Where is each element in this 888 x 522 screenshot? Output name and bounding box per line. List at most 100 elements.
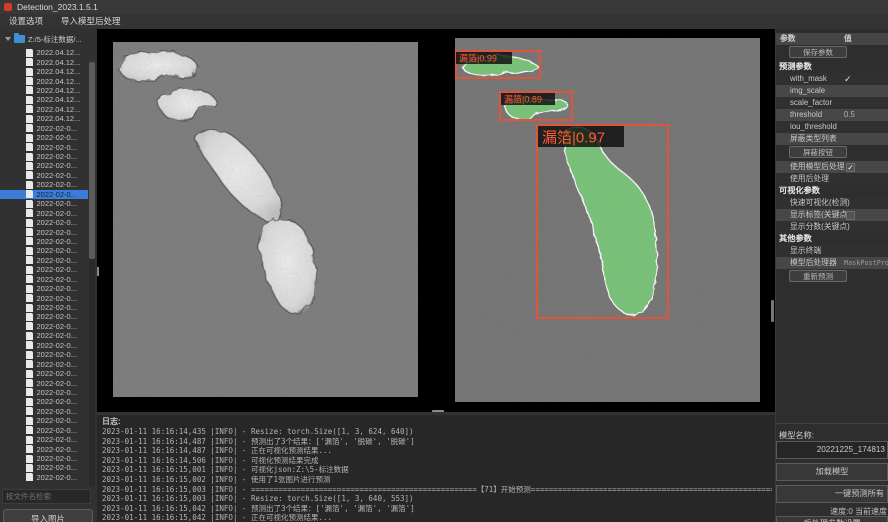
tree-item[interactable]: 2022-02-0...	[0, 369, 88, 378]
checkbox-checked[interactable]: ✓	[846, 163, 855, 172]
tree-item[interactable]: 2022-02-0...	[0, 218, 88, 227]
tree-item[interactable]: 2022-02-0...	[0, 435, 88, 444]
tree-item[interactable]: 2022-02-0...	[0, 190, 88, 199]
model-name-field[interactable]: 20221225_174813	[776, 441, 888, 459]
param-row[interactable]: with_mask ✓	[776, 73, 888, 85]
param-button[interactable]: 保存参数	[789, 46, 847, 58]
param-row[interactable]: 模型后处理器MaskPostPro	[776, 257, 888, 269]
tree-item[interactable]: 2022-02-0...	[0, 180, 88, 189]
tree-item[interactable]: 2022-02-0...	[0, 312, 88, 321]
tree-item[interactable]: 2022-02-0...	[0, 142, 88, 151]
postprocess-params-button[interactable]: 后处理参数设置	[776, 516, 888, 522]
tree-item[interactable]: 2022-02-0...	[0, 454, 88, 463]
tree-item[interactable]: 2022.04.12...	[0, 57, 88, 66]
tree-item-label: 2022-02-0...	[37, 256, 77, 265]
param-button[interactable]: 屏蔽按钮	[789, 146, 847, 158]
param-value: 0.5	[844, 109, 888, 121]
param-value: MaskPostPro	[844, 257, 888, 269]
tree-item[interactable]: 2022-02-0...	[0, 388, 88, 397]
param-row[interactable]: 使用模型后处理✓	[776, 161, 888, 173]
tree-item[interactable]: 2022-02-0...	[0, 407, 88, 416]
menu-item-import-postprocess[interactable]: 导入模型后处理	[52, 14, 130, 29]
tree-item-label: 2022-02-0...	[37, 218, 77, 227]
param-row[interactable]: iou_threshold	[776, 121, 888, 133]
param-row[interactable]: 屏蔽类型列表	[776, 133, 888, 145]
tree-item[interactable]: 2022-02-0...	[0, 416, 88, 425]
tree-item[interactable]: 2022-02-0...	[0, 397, 88, 406]
tree-item-label: 2022-02-0...	[37, 190, 77, 199]
tree-item[interactable]: 2022-02-0...	[0, 293, 88, 302]
tree-item[interactable]: 2022-02-0...	[0, 124, 88, 133]
app-icon	[4, 3, 12, 11]
tree-item[interactable]: 2022.04.12...	[0, 76, 88, 85]
tree-item[interactable]: 2022-02-0...	[0, 227, 88, 236]
param-row[interactable]: 快速可视化(检测)	[776, 197, 888, 209]
tree-item[interactable]: 2022-02-0...	[0, 246, 88, 255]
tree-item[interactable]: 2022.04.12...	[0, 105, 88, 114]
tree-item[interactable]: 2022.04.12...	[0, 86, 88, 95]
tree-item[interactable]: 2022-02-0...	[0, 161, 88, 170]
check-icon[interactable]: ✓	[844, 73, 888, 85]
tree-item[interactable]: 2022-02-0...	[0, 256, 88, 265]
window-title: Detection_2023.1.5.1	[17, 2, 98, 12]
param-button[interactable]: 重新预测	[789, 270, 847, 282]
tree-item[interactable]: 2022-02-0...	[0, 133, 88, 142]
tree-item[interactable]: 2022-02-0...	[0, 444, 88, 453]
tree-item[interactable]: 2022-02-0...	[0, 152, 88, 161]
sidebar-scrollbar-thumb[interactable]	[89, 62, 95, 259]
detection-label-3: 漏箔|0.97	[542, 130, 605, 147]
param-row[interactable]: 显示终端	[776, 245, 888, 257]
tree-item[interactable]: 2022-02-0...	[0, 359, 88, 368]
tree-root[interactable]: Z:/5-标注数据/...	[2, 33, 97, 45]
tree-item[interactable]: 2022-02-0...	[0, 341, 88, 350]
file-icon	[26, 285, 33, 293]
splitter-handle-vertical[interactable]	[97, 267, 99, 276]
tree-item-label: 2022-02-0...	[37, 426, 77, 435]
log-scrollbar-track[interactable]	[97, 412, 775, 415]
tree-item-label: 2022-02-0...	[37, 388, 77, 397]
menu-item-settings[interactable]: 设置选项	[0, 14, 52, 29]
param-row[interactable]: threshold0.5	[776, 109, 888, 121]
tree-item[interactable]: 2022.04.12...	[0, 95, 88, 104]
chevron-down-icon[interactable]	[5, 37, 11, 41]
log-line: 2023-01-11 16:16:15,042 |INFO| - 预测出了3个结…	[102, 504, 772, 514]
tree-item[interactable]: 2022-02-0...	[0, 284, 88, 293]
param-row[interactable]: 显示分数(关键点)	[776, 221, 888, 233]
predict-all-button[interactable]: 一键预测所有	[776, 485, 888, 503]
tree-item[interactable]: 2022-02-0...	[0, 426, 88, 435]
log-lines[interactable]: 2023-01-11 16:16:14,435 |INFO| - Resize:…	[102, 427, 772, 522]
tree-item[interactable]: 2022-02-0...	[0, 199, 88, 208]
tree-item[interactable]: 2022.04.12...	[0, 48, 88, 57]
tree-item[interactable]: 2022-02-0...	[0, 275, 88, 284]
tree-item[interactable]: 2022.04.12...	[0, 114, 88, 123]
tree-item[interactable]: 2022.04.12...	[0, 67, 88, 76]
tree-item[interactable]: 2022-02-0...	[0, 208, 88, 217]
param-row[interactable]: img_scale	[776, 85, 888, 97]
prediction-image[interactable]: 漏箔|0.99 漏箔|0.89 漏箔|0.97	[455, 38, 760, 402]
checkbox-empty[interactable]	[846, 211, 855, 220]
param-row[interactable]: scale_factor	[776, 97, 888, 109]
import-images-button[interactable]: 导入图片	[3, 509, 93, 522]
tree-item[interactable]: 2022-02-0...	[0, 463, 88, 472]
param-row[interactable]: 使用后处理	[776, 173, 888, 185]
tree-item[interactable]: 2022-02-0...	[0, 237, 88, 246]
tree-item[interactable]: 2022-02-0...	[0, 350, 88, 359]
tree-item[interactable]: 2022-02-0...	[0, 303, 88, 312]
tree-item[interactable]: 2022-02-0...	[0, 322, 88, 331]
file-icon	[26, 407, 33, 415]
tree-item[interactable]: 2022-02-0...	[0, 473, 88, 482]
load-model-button[interactable]: 加载模型	[776, 463, 888, 481]
tree-item[interactable]: 2022-02-0...	[0, 378, 88, 387]
tree-item[interactable]: 2022-02-0...	[0, 171, 88, 180]
tree-item[interactable]: 2022-02-0...	[0, 265, 88, 274]
tree-item-label: 2022.04.12...	[37, 95, 81, 104]
original-image[interactable]	[113, 42, 418, 397]
file-icon	[26, 143, 33, 151]
param-label: with_mask	[776, 73, 827, 85]
param-row[interactable]: 显示标签(关键点)	[776, 209, 888, 221]
tree-item-label: 2022-02-0...	[37, 284, 77, 293]
tree-item[interactable]: 2022-02-0...	[0, 331, 88, 340]
viewer-scrollbar-thumb[interactable]	[771, 300, 774, 322]
search-input[interactable]	[2, 489, 91, 504]
log-line: 2023-01-11 16:16:15,002 |INFO| - 使用了1张图片…	[102, 475, 772, 485]
